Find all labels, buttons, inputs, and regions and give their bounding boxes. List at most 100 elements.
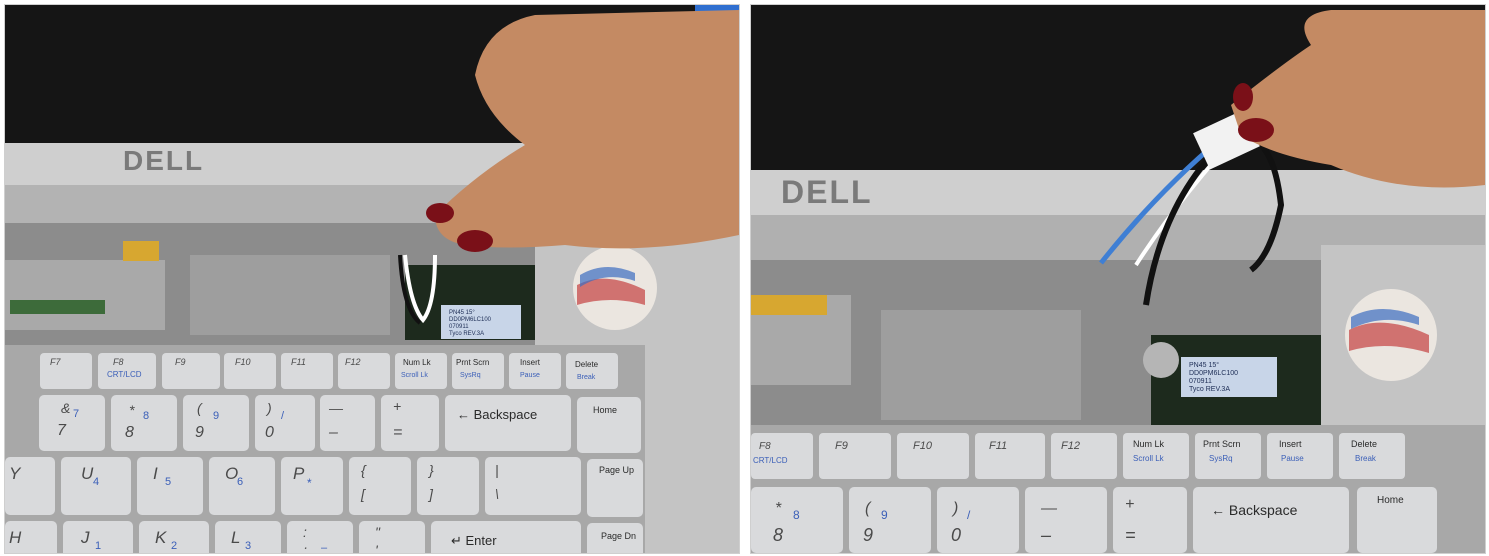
key bbox=[566, 353, 618, 389]
dell-logo: DELL bbox=[123, 145, 204, 176]
svg-text:Scroll Lk: Scroll Lk bbox=[401, 372, 428, 379]
key bbox=[162, 353, 220, 389]
svg-text:070911: 070911 bbox=[449, 324, 469, 330]
svg-text:5: 5 bbox=[165, 476, 171, 488]
svg-text:+: + bbox=[393, 398, 401, 414]
svg-text:Prnt Scrn: Prnt Scrn bbox=[456, 358, 489, 367]
svg-text:F10: F10 bbox=[235, 357, 251, 367]
metal-bracket bbox=[881, 310, 1081, 420]
key bbox=[1025, 487, 1107, 553]
photo-left: DELL PN45 15° DD0PM6LC100 070911 Tyco RE… bbox=[4, 4, 740, 554]
svg-text:–: – bbox=[321, 542, 328, 553]
left-bracket bbox=[5, 260, 165, 330]
key bbox=[819, 433, 891, 479]
svg-text:DD0PM6LC100: DD0PM6LC100 bbox=[449, 317, 492, 323]
svg-text:070911: 070911 bbox=[1189, 378, 1212, 385]
svg-text:CRT/LCD: CRT/LCD bbox=[753, 456, 788, 465]
svg-text:← Backspace: ← Backspace bbox=[1211, 502, 1298, 518]
svg-text:Delete: Delete bbox=[1351, 439, 1377, 449]
fingernail bbox=[1238, 118, 1274, 142]
svg-text:← Backspace: ← Backspace bbox=[457, 407, 537, 422]
key bbox=[40, 353, 92, 389]
svg-text:J: J bbox=[80, 528, 90, 547]
svg-text:Scroll Lk: Scroll Lk bbox=[1133, 454, 1165, 463]
photo-right: DELL PN45 15° DD0PM6LC100 070911 Tyco RE… bbox=[750, 4, 1486, 554]
svg-text:↵ Enter: ↵ Enter bbox=[451, 533, 497, 548]
svg-text:Delete: Delete bbox=[575, 360, 599, 369]
svg-text:=: = bbox=[1125, 525, 1136, 545]
photo-left-canvas: DELL PN45 15° DD0PM6LC100 070911 Tyco RE… bbox=[5, 5, 739, 553]
yellow-tape bbox=[751, 295, 827, 315]
key-row-4: H J 1 K 2 L 3 : ; – " ' ↵ Enter Page Dn bbox=[5, 521, 643, 553]
svg-text:8: 8 bbox=[773, 525, 783, 545]
key bbox=[281, 353, 333, 389]
svg-text:9: 9 bbox=[213, 410, 219, 422]
svg-text:F12: F12 bbox=[1061, 440, 1080, 452]
svg-text:Num Lk: Num Lk bbox=[403, 358, 432, 367]
key bbox=[287, 521, 353, 553]
svg-text:PN45 15°: PN45 15° bbox=[449, 310, 475, 316]
fingernail bbox=[426, 203, 454, 223]
key-row-3: Y U 4 I 5 O 6 P * { [ } ] | \ Page Up bbox=[5, 457, 643, 517]
svg-text:Break: Break bbox=[1355, 454, 1377, 463]
svg-text:8: 8 bbox=[143, 410, 149, 422]
key bbox=[381, 395, 439, 451]
key bbox=[183, 395, 249, 451]
svg-text:F8: F8 bbox=[759, 441, 771, 452]
svg-text:L: L bbox=[231, 528, 240, 547]
fingernail bbox=[457, 230, 493, 252]
svg-text:9: 9 bbox=[863, 525, 873, 545]
svg-text:Pause: Pause bbox=[1281, 454, 1304, 463]
svg-text:Prnt Scrn: Prnt Scrn bbox=[1203, 439, 1241, 449]
svg-text:F11: F11 bbox=[989, 440, 1007, 452]
svg-text:=: = bbox=[393, 424, 402, 441]
key bbox=[937, 487, 1019, 553]
key bbox=[897, 433, 969, 479]
key bbox=[349, 457, 411, 515]
yellow-tape bbox=[123, 241, 159, 261]
svg-text:Insert: Insert bbox=[1279, 439, 1302, 449]
svg-text:—: — bbox=[328, 400, 344, 416]
svg-text:Tyco REV.3A: Tyco REV.3A bbox=[1189, 386, 1230, 393]
circuit-strip bbox=[10, 300, 105, 314]
key bbox=[485, 457, 581, 515]
key-row-2: * 8 8 ( 9 9 ) 0 / — – + = ← Backspace Ho… bbox=[751, 487, 1437, 553]
key bbox=[849, 487, 931, 553]
key-row-1: F7 F8 CRT/LCD F9 F10 F11 F12 Num Lk Scro… bbox=[40, 353, 618, 389]
svg-text:F8: F8 bbox=[113, 357, 124, 367]
wifi-card-label: PN45 15° DD0PM6LC100 070911 Tyco REV.3A bbox=[1181, 357, 1277, 397]
svg-text:\: \ bbox=[495, 486, 499, 502]
svg-text:6: 6 bbox=[237, 476, 243, 488]
fingernail bbox=[1233, 83, 1253, 111]
svg-text:*: * bbox=[775, 500, 782, 517]
svg-text:Insert: Insert bbox=[520, 358, 541, 367]
svg-text:9: 9 bbox=[195, 424, 204, 441]
metal-bracket bbox=[190, 255, 390, 335]
svg-text:Home: Home bbox=[1377, 495, 1404, 506]
svg-text:I: I bbox=[153, 464, 158, 483]
svg-text:9: 9 bbox=[881, 508, 888, 522]
key bbox=[39, 395, 105, 451]
svg-text:Num Lk: Num Lk bbox=[1133, 439, 1165, 449]
svg-text:*: * bbox=[307, 476, 312, 490]
svg-text:|: | bbox=[495, 462, 499, 478]
key bbox=[255, 395, 315, 451]
svg-text:8: 8 bbox=[125, 424, 134, 441]
svg-text:1: 1 bbox=[95, 540, 101, 552]
key-backspace bbox=[1193, 487, 1349, 553]
svg-text:0: 0 bbox=[265, 424, 274, 441]
svg-text:Pause: Pause bbox=[520, 372, 540, 379]
svg-text:F9: F9 bbox=[835, 440, 848, 452]
svg-text:SysRq: SysRq bbox=[1209, 454, 1233, 463]
svg-text:Tyco REV.3A: Tyco REV.3A bbox=[449, 331, 484, 337]
svg-text:DD0PM6LC100: DD0PM6LC100 bbox=[1189, 370, 1238, 377]
svg-text:CRT/LCD: CRT/LCD bbox=[107, 370, 142, 379]
svg-text:0: 0 bbox=[951, 525, 961, 545]
svg-text:H: H bbox=[9, 528, 22, 547]
svg-text:F12: F12 bbox=[345, 357, 361, 367]
svg-text:7: 7 bbox=[57, 422, 67, 439]
svg-text:): ) bbox=[951, 500, 958, 517]
svg-text:2: 2 bbox=[171, 540, 177, 552]
svg-text:SysRq: SysRq bbox=[460, 372, 481, 379]
svg-text:F7: F7 bbox=[50, 357, 61, 367]
